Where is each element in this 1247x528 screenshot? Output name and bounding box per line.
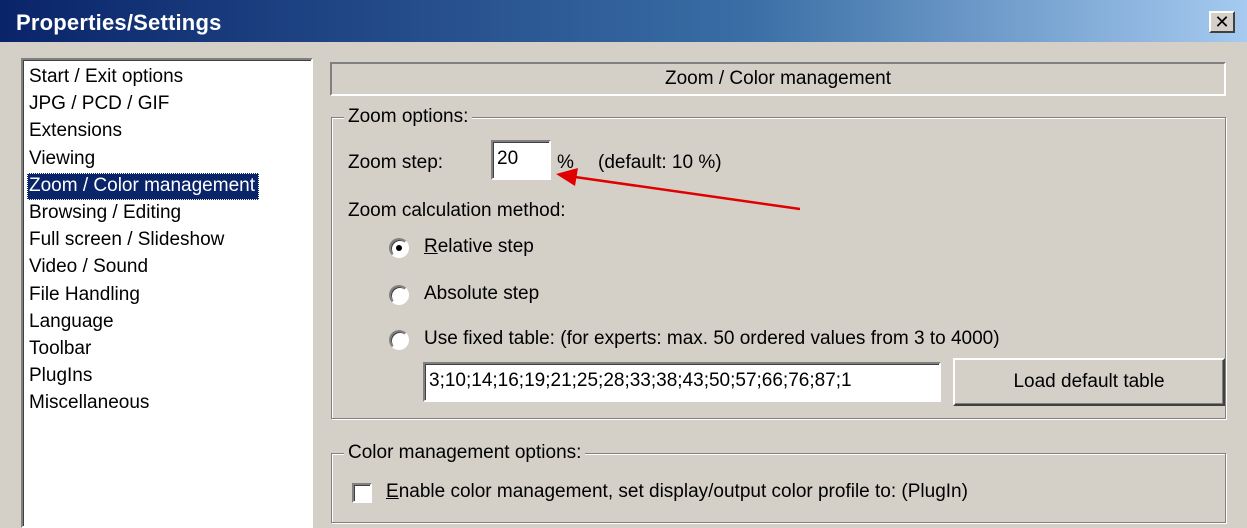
nav-item-language[interactable]: Language	[27, 309, 311, 336]
color-management-label: Color management options:	[344, 441, 586, 465]
enable-color-management-label[interactable]: Enable color management, set display/out…	[386, 481, 968, 503]
load-default-table-button[interactable]: Load default table	[953, 358, 1225, 406]
nav-item-browsing-editing[interactable]: Browsing / Editing	[27, 200, 311, 227]
radio-relative-step[interactable]	[389, 238, 409, 258]
nav-item-start-exit-options[interactable]: Start / Exit options	[27, 64, 311, 91]
zoom-method-label: Zoom calculation method:	[348, 200, 566, 221]
section-title: Zoom / Color management	[330, 62, 1226, 96]
title-bar[interactable]: Properties/Settings ✕	[0, 0, 1247, 42]
radio-absolute-step[interactable]	[389, 285, 409, 305]
enable-color-management-checkbox[interactable]	[352, 483, 372, 503]
nav-item-toolbar[interactable]: Toolbar	[27, 336, 311, 363]
fixed-table-label[interactable]: Use fixed table: (for experts: max. 50 o…	[424, 328, 1000, 350]
zoom-step-default: (default: 10 %)	[598, 152, 722, 173]
nav-item-extensions[interactable]: Extensions	[27, 118, 311, 145]
nav-item-plugins[interactable]: PlugIns	[27, 363, 311, 390]
nav-item-file-handling[interactable]: File Handling	[27, 282, 311, 309]
fixed-table-input[interactable]: 3;10;14;16;19;21;25;28;33;38;43;50;57;66…	[423, 362, 941, 402]
nav-item-zoom-color-management[interactable]: Zoom / Color management	[27, 172, 259, 200]
nav-item-video-sound[interactable]: Video / Sound	[27, 254, 311, 281]
nav-item-full-screen-slideshow[interactable]: Full screen / Slideshow	[27, 227, 311, 254]
zoom-step-unit: %	[557, 152, 574, 173]
zoom-options-label: Zoom options:	[344, 105, 473, 129]
nav-item-jpg-pcd-gif[interactable]: JPG / PCD / GIF	[27, 91, 311, 118]
relative-step-label[interactable]: Relative step	[424, 236, 534, 258]
close-button[interactable]: ✕	[1209, 11, 1235, 33]
close-icon: ✕	[1214, 11, 1230, 33]
zoom-step-input[interactable]: 20	[491, 140, 551, 180]
nav-item-viewing[interactable]: Viewing	[27, 146, 311, 173]
settings-category-list[interactable]: Start / Exit options JPG / PCD / GIF Ext…	[21, 58, 313, 528]
radio-fixed-table[interactable]	[389, 330, 409, 350]
absolute-step-label[interactable]: Absolute step	[424, 283, 539, 305]
nav-item-miscellaneous[interactable]: Miscellaneous	[27, 390, 311, 417]
zoom-step-label: Zoom step:	[348, 152, 444, 173]
window-title: Properties/Settings	[16, 10, 222, 35]
